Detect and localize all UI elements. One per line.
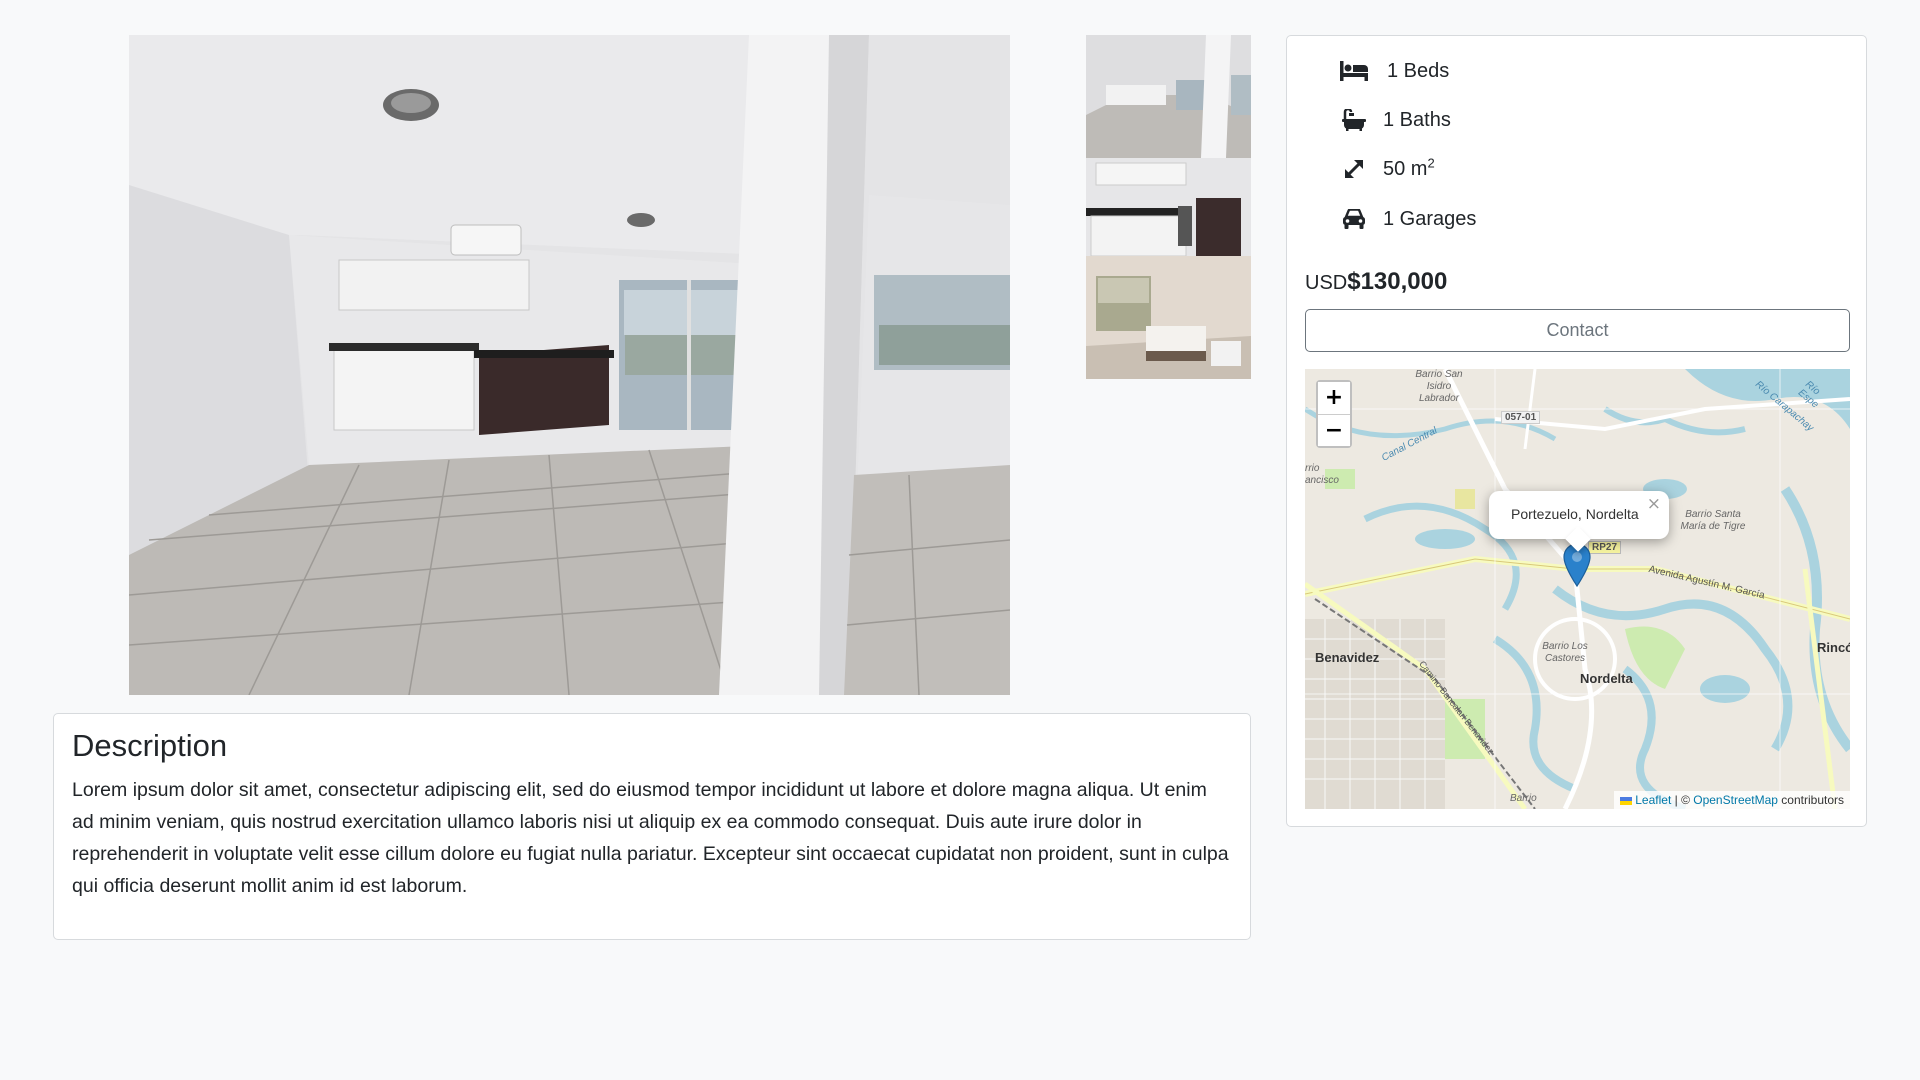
openstreetmap-link[interactable]: OpenStreetMap (1693, 793, 1778, 807)
thumbnail-bedroom-image (1086, 256, 1251, 379)
attribution-contributors: contributors (1777, 793, 1844, 807)
map-label-rinco: Rincó (1817, 640, 1850, 655)
feature-baths: 1 Baths (1339, 107, 1451, 133)
description-card: Description Lorem ipsum dolor sit amet, … (53, 713, 1251, 940)
location-map[interactable]: Benavidez Nordelta Rincó Barrio San Isid… (1305, 369, 1850, 809)
zoom-in-button[interactable]: + (1318, 382, 1350, 414)
map-label-barrio-castores: Barrio Los Castores (1542, 641, 1588, 664)
map-tiles (1305, 369, 1850, 809)
feature-beds: 1 Beds (1339, 58, 1449, 84)
thumbnail-bedroom[interactable] (1086, 256, 1251, 379)
main-photo-image (129, 35, 1010, 695)
map-label-nordelta: Nordelta (1580, 671, 1633, 686)
area-unit-superscript: 2 (1427, 154, 1435, 170)
thumbnail-kitchen-image (1086, 158, 1251, 256)
ukraine-flag-icon (1620, 796, 1633, 805)
map-label-barrio-santa-maria: Barrio Santa María de Tigre (1680, 509, 1746, 532)
map-label-benavidez: Benavidez (1315, 650, 1380, 665)
thumbnail-overview[interactable] (1086, 35, 1251, 158)
area-label: 50 m2 (1383, 154, 1435, 181)
map-label-road-057: 057-01 (1501, 411, 1541, 424)
price-currency: USD (1305, 272, 1348, 294)
main-property-photo[interactable] (129, 35, 1010, 695)
beds-label: 1 Beds (1387, 59, 1450, 82)
map-popup-text: Portezuelo, Nordelta (1511, 506, 1639, 522)
popup-close-icon[interactable]: × (1647, 494, 1661, 514)
price: USD$130,000 (1305, 268, 1447, 296)
garages-label: 1 Garages (1383, 207, 1477, 230)
thumbnail-overview-image (1086, 35, 1251, 158)
feature-area: 50 m2 (1339, 156, 1435, 182)
price-amount: $130,000 (1347, 268, 1448, 295)
baths-label: 1 Baths (1383, 108, 1451, 131)
description-title: Description (72, 728, 228, 763)
property-info-card: 1 Beds 1 Baths 50 m2 1 Garages USD$130,0… (1286, 35, 1867, 827)
description-text: Lorem ipsum dolor sit amet, consectetur … (72, 779, 1229, 897)
area-value: 50 m (1383, 157, 1428, 180)
bed-icon (1339, 58, 1369, 84)
map-label-barrio-san-isidro: Barrio San Isidro Labrador (1415, 369, 1463, 404)
map-label-barrio-bottom: Barrio (1510, 793, 1537, 804)
map-attribution: Leaflet | © OpenStreetMap contributors (1614, 791, 1850, 809)
bath-icon (1339, 107, 1369, 133)
car-icon (1339, 206, 1369, 232)
expand-arrows-icon (1339, 156, 1369, 182)
contact-button[interactable]: Contact (1305, 309, 1850, 352)
attribution-separator: | © (1671, 793, 1694, 807)
zoom-out-button[interactable]: − (1318, 414, 1350, 446)
thumbnail-kitchen[interactable] (1086, 158, 1251, 256)
map-popup: Portezuelo, Nordelta × (1489, 491, 1669, 539)
map-zoom-control: + − (1316, 380, 1352, 448)
map-label-road-rp27: RP27 (1588, 541, 1622, 554)
map-label-francisco: rrio ancisco (1305, 463, 1339, 486)
thumbnail-strip (1086, 35, 1251, 379)
feature-garages: 1 Garages (1339, 206, 1476, 232)
leaflet-link[interactable]: Leaflet (1635, 793, 1671, 807)
